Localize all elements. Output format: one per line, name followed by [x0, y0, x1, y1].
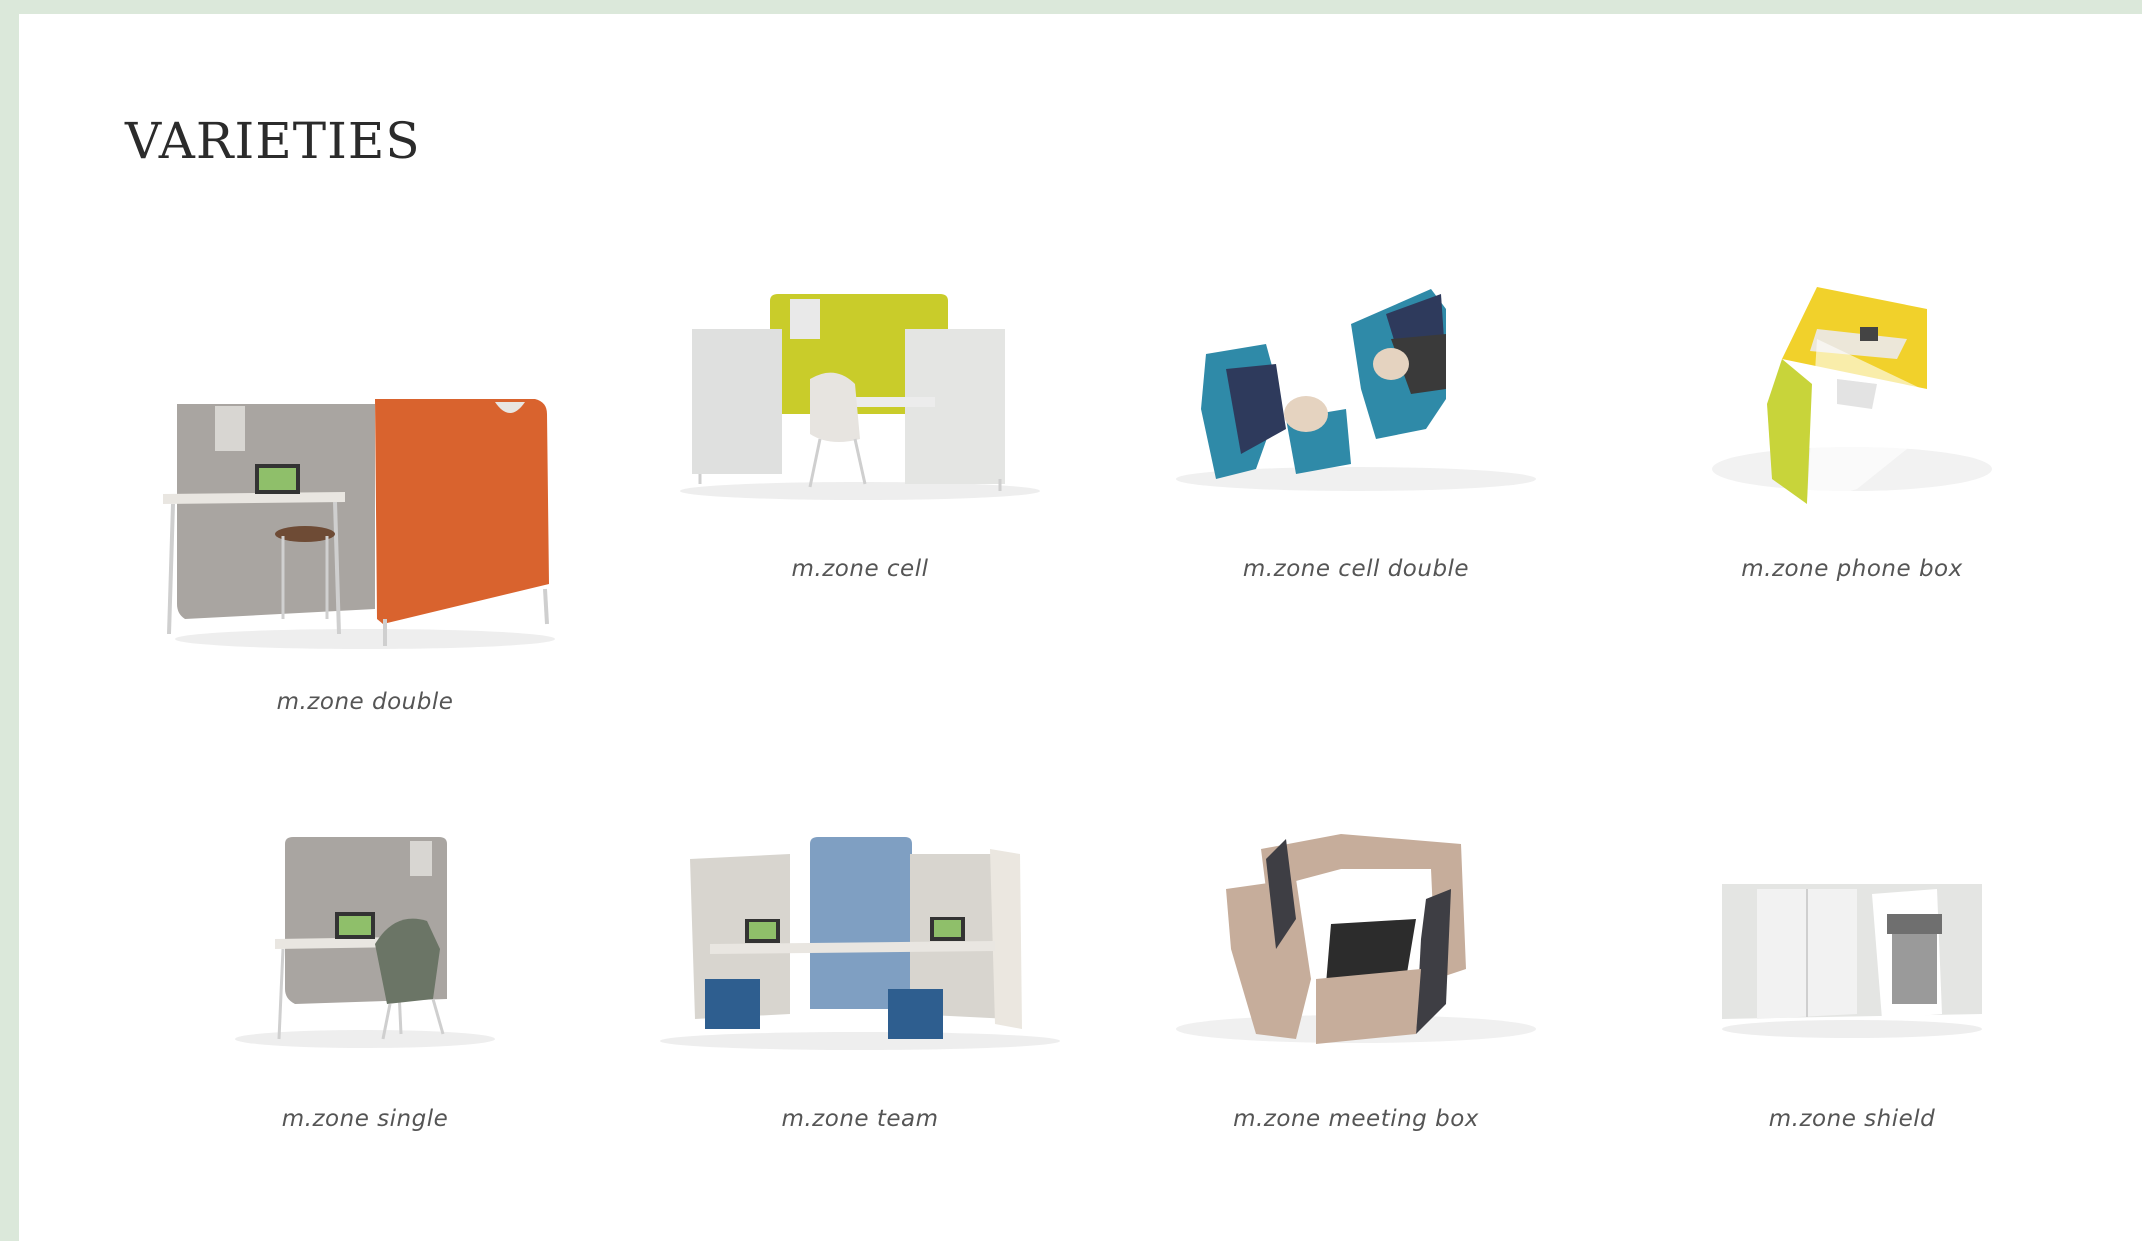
- m-zone-cell-image: [680, 294, 1040, 500]
- variety-label: m.zone single: [281, 1106, 449, 1132]
- variety-team: m.zone team: [650, 829, 1070, 1139]
- variety-label: m.zone cell: [791, 556, 929, 582]
- m-zone-meeting-box-image: [1176, 834, 1536, 1044]
- m-zone-team-image: [660, 837, 1060, 1050]
- variety-label: m.zone double: [276, 689, 454, 715]
- m-zone-shield-image: [1722, 884, 1982, 1038]
- m-zone-double-image: [163, 399, 555, 649]
- variety-meeting-box: m.zone meeting box: [1146, 829, 1566, 1139]
- variety-phone-box: m.zone phone box: [1642, 279, 2062, 589]
- variety-single: m.zone single: [155, 829, 575, 1139]
- variety-cell: m.zone cell: [650, 279, 1070, 589]
- variety-label: m.zone team: [781, 1106, 939, 1132]
- varieties-page: VARIETIES m.zone double m.zone cell m.zo…: [19, 14, 2142, 1241]
- variety-label: m.zone shield: [1768, 1106, 1936, 1132]
- m-zone-phone-box-image: [1712, 287, 1992, 504]
- page-title: VARIETIES: [125, 112, 421, 170]
- variety-label: m.zone cell double: [1242, 556, 1470, 582]
- variety-label: m.zone meeting box: [1233, 1106, 1479, 1132]
- variety-cell-double: m.zone cell double: [1146, 279, 1566, 589]
- m-zone-single-image: [235, 837, 495, 1048]
- variety-label: m.zone phone box: [1741, 556, 1963, 582]
- variety-double: m.zone double: [155, 384, 575, 724]
- variety-shield: m.zone shield: [1642, 829, 2062, 1139]
- m-zone-cell-double-image: [1176, 289, 1536, 491]
